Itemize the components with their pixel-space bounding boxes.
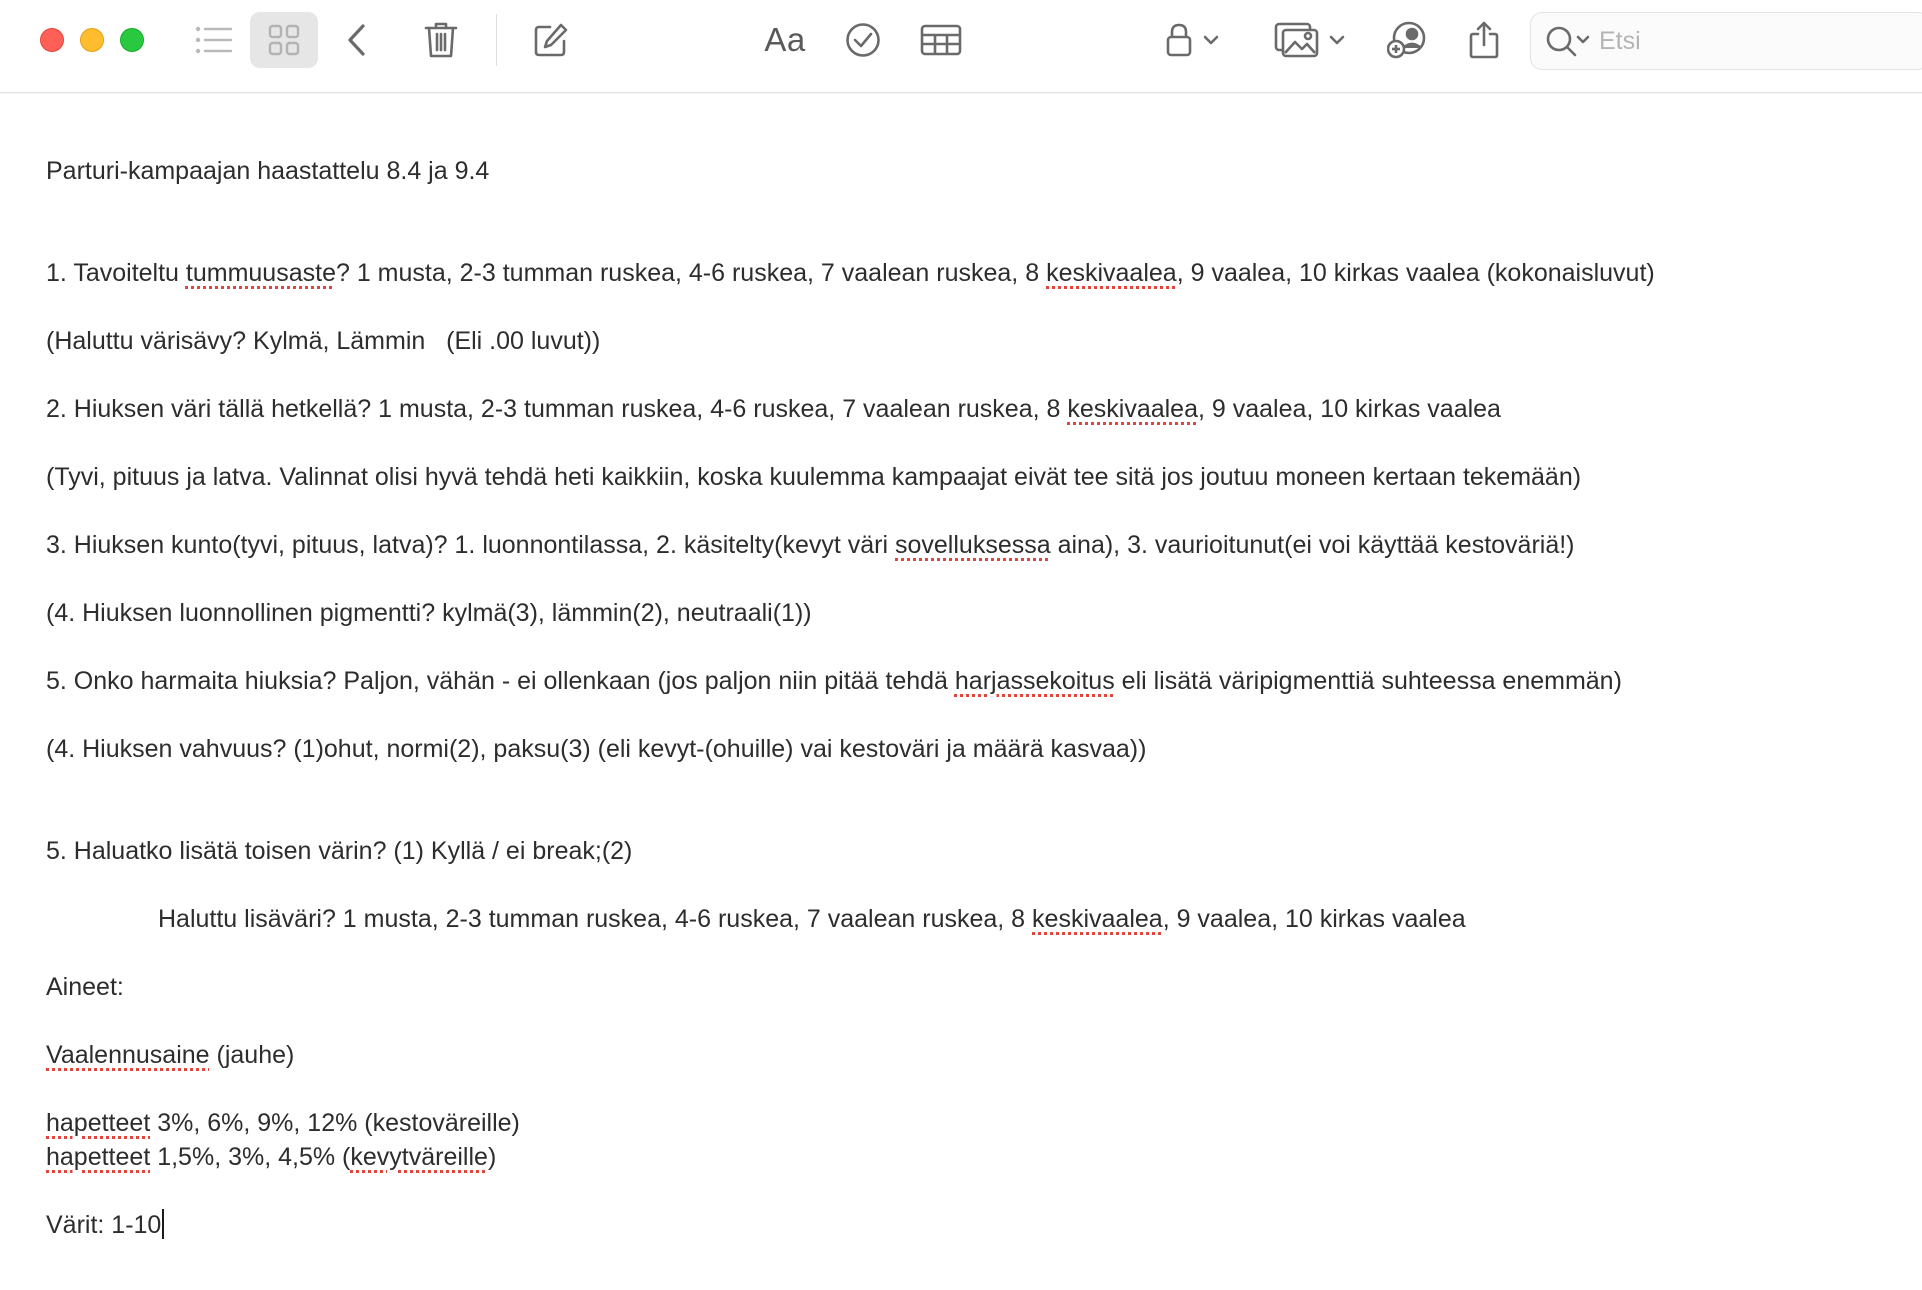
note-line-q6-sub: Haluttu lisäväri? 1 musta, 2-3 tumman ru… (158, 905, 1466, 933)
list-icon (195, 26, 233, 54)
text-cursor (162, 1209, 165, 1239)
note-editor[interactable]: Parturi-kampaajan haastattelu 8.4 ja 9.4… (46, 92, 1922, 1290)
search-field[interactable] (1530, 12, 1922, 70)
note-line-q2: 2. Hiuksen väri tällä hetkellä? 1 musta,… (46, 395, 1501, 423)
list-view-button[interactable] (190, 12, 238, 68)
checkmark-circle-icon (846, 23, 880, 57)
format-aa-icon: Aa (764, 21, 806, 58)
spelling-flag: harjassekoitus (954, 667, 1115, 695)
collaborate-button[interactable] (1384, 12, 1432, 68)
note-line-q1: 1. Tavoiteltu tummuusaste? 1 musta, 2-3 … (46, 259, 1655, 287)
table-icon (920, 24, 962, 56)
note-line-q4b: (4. Hiuksen vahvuus? (1)ohut, normi(2), … (46, 735, 1147, 763)
minimize-window-button[interactable] (80, 28, 104, 52)
spelling-flag: hapetteet (46, 1109, 151, 1137)
close-window-button[interactable] (40, 28, 64, 52)
new-note-button[interactable] (530, 12, 572, 68)
spelling-flag: keskivaalea (1032, 905, 1163, 933)
search-input[interactable] (1599, 23, 1899, 59)
compose-icon (534, 23, 568, 57)
back-button[interactable] (338, 12, 374, 68)
chevron-down-icon (1203, 35, 1219, 45)
note-line-hapetteet-2: hapetteet 1,5%, 3%, 4,5% (kevytväreille) (46, 1143, 497, 1171)
note-title: Parturi-kampaajan haastattelu 8.4 ja 9.4 (46, 157, 490, 185)
grid-icon (268, 24, 300, 56)
share-icon (1469, 21, 1499, 59)
format-button[interactable]: Aa (760, 12, 810, 68)
note-line-q1-note: (Haluttu värisävy? Kylmä, Lämmin (Eli .0… (46, 327, 601, 355)
note-line-vaalennusaine: Vaalennusaine (jauhe) (46, 1041, 295, 1069)
checklist-button[interactable] (842, 12, 884, 68)
photo-icon (1274, 22, 1319, 58)
toolbar: Aa (0, 0, 1922, 93)
note-line-aineet: Aineet: (46, 973, 124, 1001)
media-button[interactable] (1270, 12, 1350, 68)
note-line-q2-note: (Tyvi, pituus ja latva. Valinnat olisi h… (46, 463, 1582, 491)
spelling-flag: tummuusaste (185, 259, 336, 287)
spelling-flag: keskivaalea (1067, 395, 1198, 423)
chevron-down-icon (1329, 35, 1345, 45)
gallery-view-button[interactable] (250, 12, 318, 68)
delete-note-button[interactable] (420, 12, 462, 68)
lock-icon (1166, 23, 1192, 57)
note-line-q4a: (4. Hiuksen luonnollinen pigmentti? kylm… (46, 599, 812, 627)
trash-icon (424, 22, 458, 58)
search-icon (1546, 26, 1590, 57)
spelling-flag: keskivaalea (1046, 259, 1177, 287)
note-line-q6: 5. Haluatko lisätä toisen värin? (1) Kyl… (46, 837, 633, 865)
chevron-left-icon (348, 24, 365, 56)
table-button[interactable] (918, 12, 964, 68)
note-line-varit: Värit: 1-10 (46, 1208, 165, 1242)
note-line-q5: 5. Onko harmaita hiuksia? Paljon, vähän … (46, 667, 1622, 695)
spelling-flag: sovelluksessa (895, 531, 1051, 559)
lock-note-button[interactable] (1160, 12, 1224, 68)
note-line-q3: 3. Hiuksen kunto(tyvi, pituus, latva)? 1… (46, 531, 1575, 559)
share-button[interactable] (1464, 12, 1504, 68)
note-line-hapetteet-1: hapetteet 3%, 6%, 9%, 12% (kestoväreille… (46, 1109, 520, 1137)
spelling-flag: Vaalennusaine (46, 1041, 210, 1069)
spelling-flag: kevytväreille (350, 1143, 488, 1171)
toolbar-separator (496, 14, 497, 66)
collaborate-icon (1387, 21, 1426, 59)
spelling-flag: hapetteet (46, 1143, 151, 1171)
zoom-window-button[interactable] (120, 28, 144, 52)
